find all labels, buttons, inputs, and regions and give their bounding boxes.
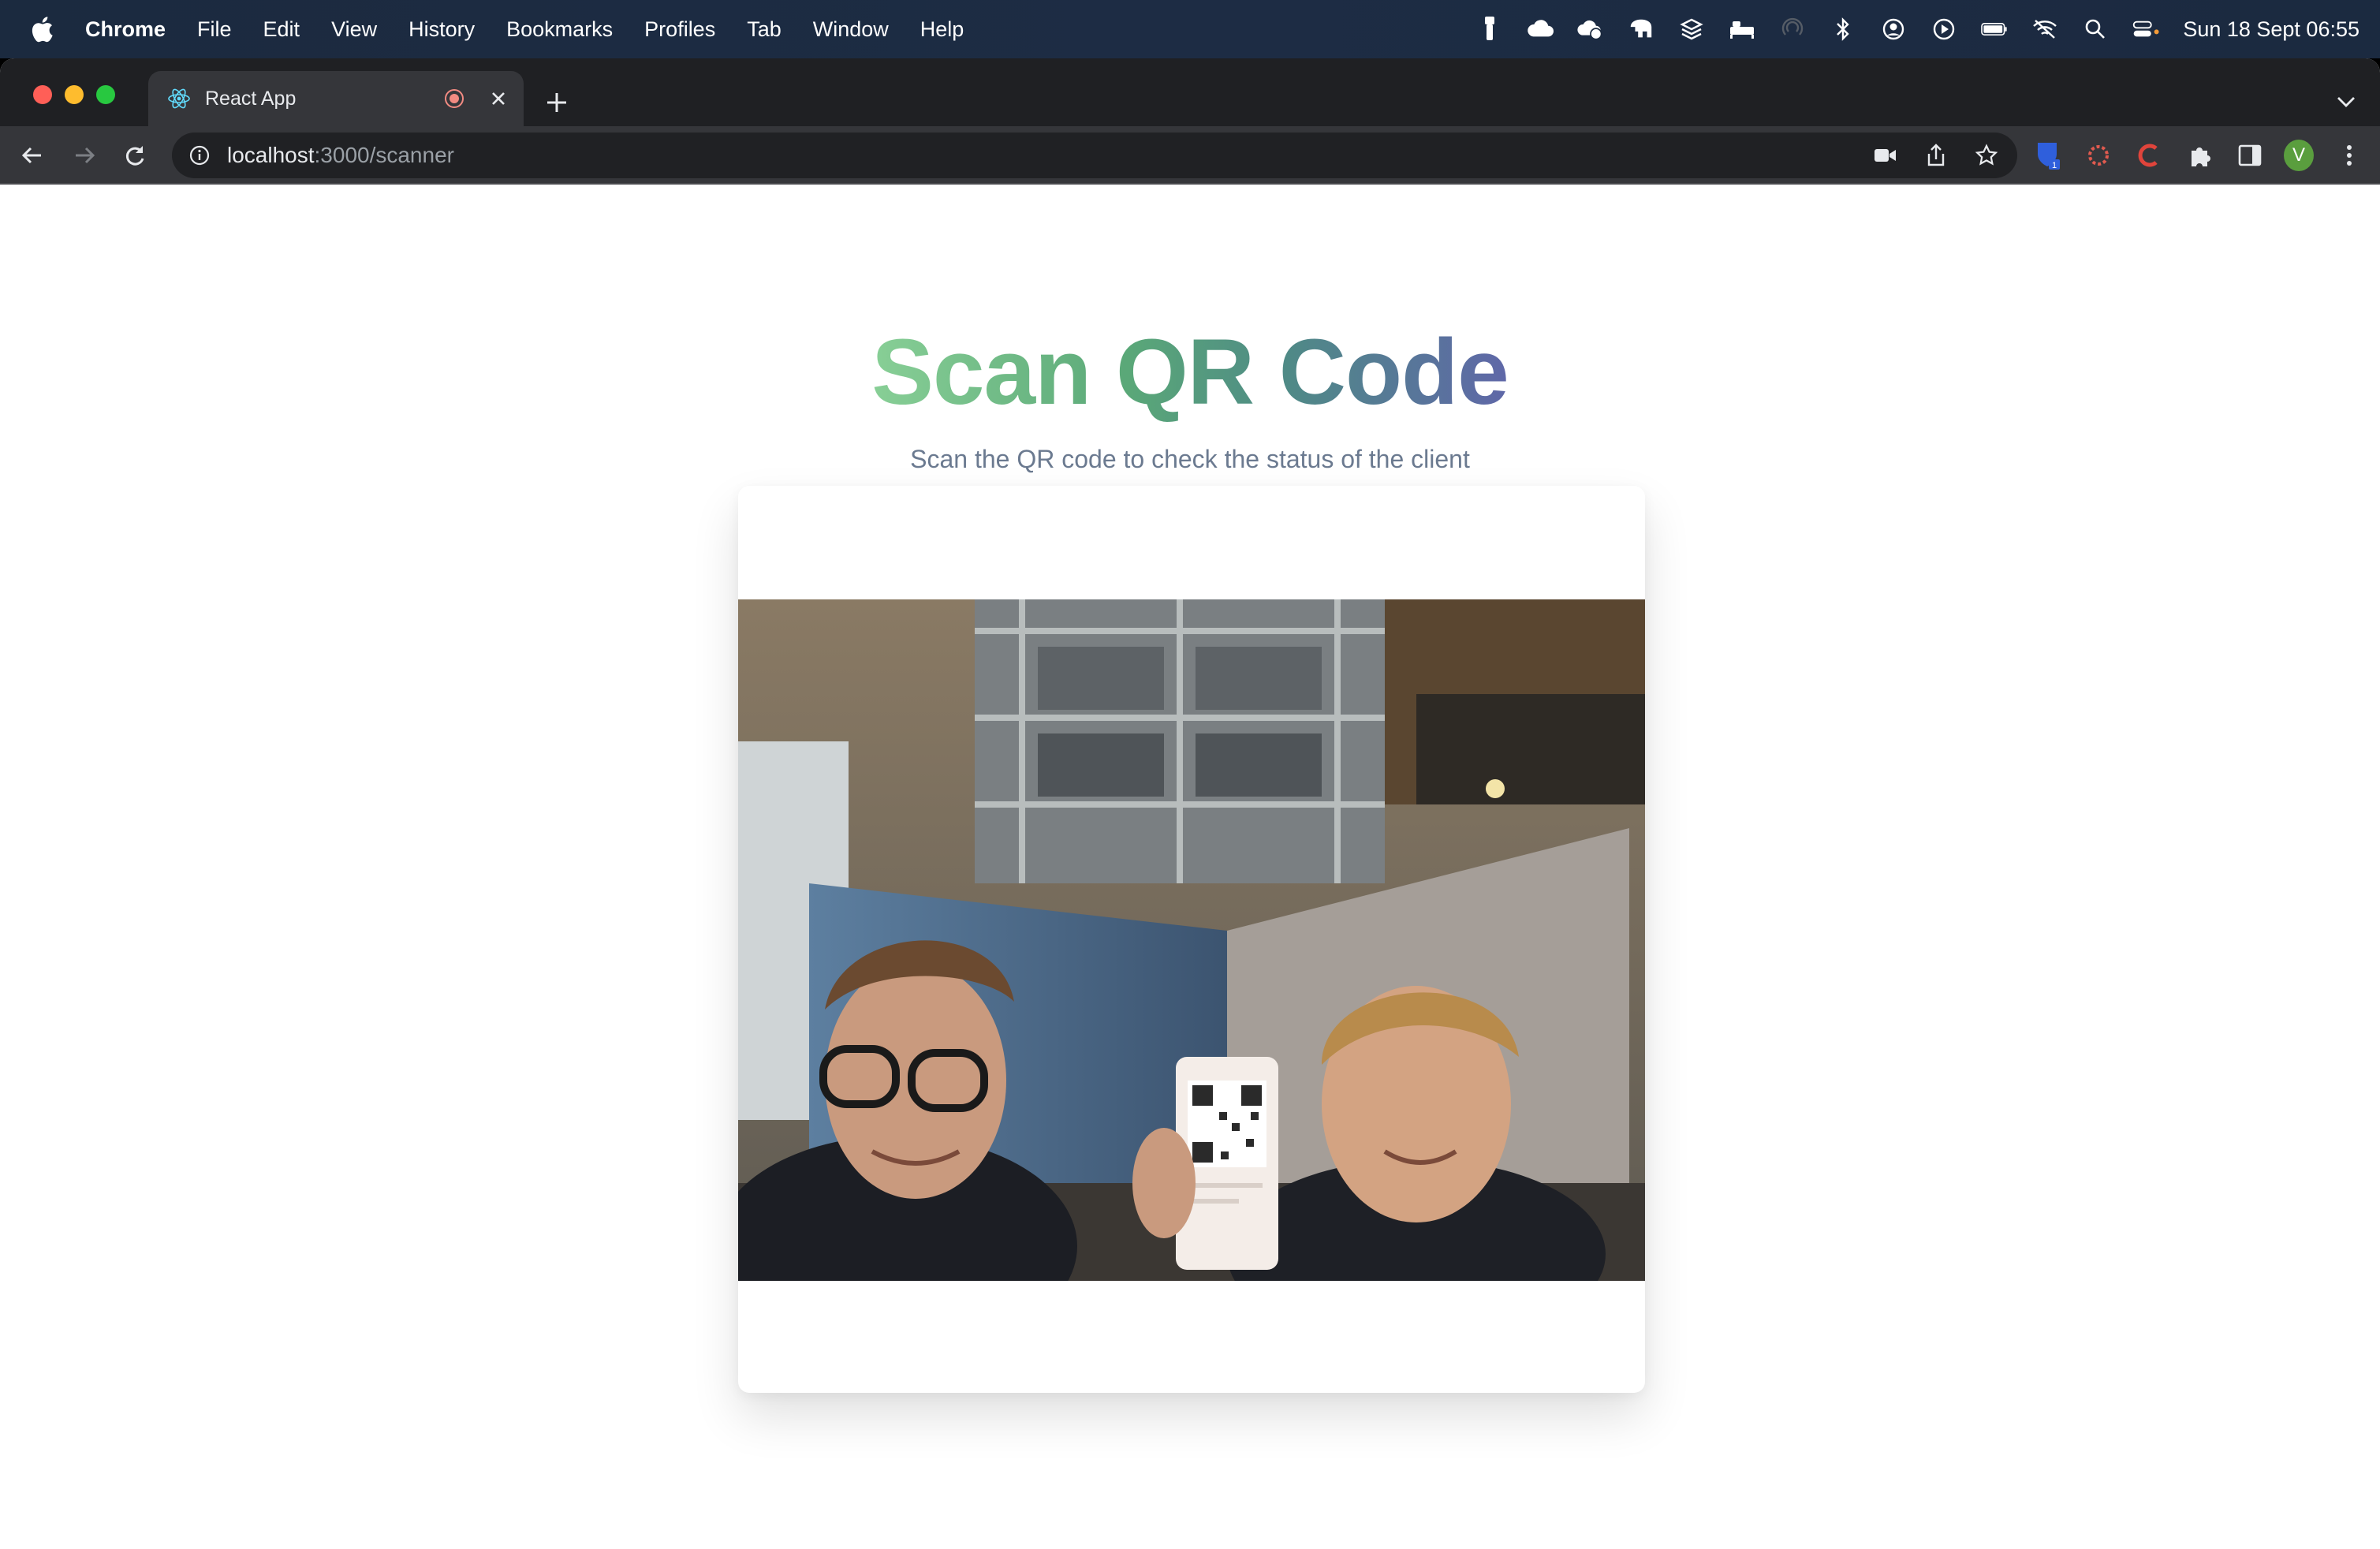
bookmark-star-icon[interactable]: [1972, 140, 2001, 170]
reload-icon[interactable]: [121, 142, 148, 169]
search-icon[interactable]: [2082, 16, 2109, 43]
user-circle-icon[interactable]: [1880, 16, 1907, 43]
page-title: Scan QR Code: [0, 319, 2380, 426]
page-title-text: Scan QR Code: [871, 320, 1509, 424]
menu-tab[interactable]: Tab: [747, 17, 782, 42]
url-path: :3000/scanner: [314, 143, 454, 167]
page-subtitle: Scan the QR code to check the status of …: [910, 445, 1470, 473]
menu-history[interactable]: History: [408, 17, 475, 42]
tab-title: React App: [205, 87, 297, 110]
menubar-status-area: Sun 18 Sept 06:55: [1453, 0, 2359, 58]
minimize-window-button[interactable]: [65, 85, 84, 104]
close-window-button[interactable]: [33, 85, 52, 104]
menu-window[interactable]: Window: [813, 17, 889, 42]
wifi-off-icon[interactable]: [2031, 16, 2058, 43]
airdrop-icon[interactable]: [1779, 16, 1806, 43]
page-content: Scan QR Code Scan the QR code to check t…: [0, 185, 2380, 1549]
back-icon[interactable]: [19, 142, 46, 169]
address-bar[interactable]: localhost:3000/scanner: [172, 133, 2017, 178]
scanner-card: [738, 486, 1645, 1393]
control-center-icon[interactable]: [2132, 16, 2159, 43]
omnibox-actions: [1850, 140, 2001, 170]
menu-edit[interactable]: Edit: [263, 17, 300, 42]
loading-extension-icon[interactable]: [2083, 140, 2113, 170]
avatar-letter: V: [2284, 140, 2314, 171]
side-panel-icon[interactable]: [2235, 140, 2265, 170]
forward-icon[interactable]: [71, 142, 98, 169]
bitwarden-extension-icon[interactable]: 1: [2033, 140, 2063, 170]
torch-icon[interactable]: [1476, 16, 1503, 43]
elephant-icon[interactable]: [1628, 16, 1654, 43]
react-favicon-icon: [168, 88, 190, 109]
fullscreen-window-button[interactable]: [96, 85, 115, 104]
chrome-window: React App localhost:3000/scanner 1 V Sc…: [0, 58, 2380, 1549]
chrome-menu-icon[interactable]: [2334, 140, 2364, 170]
browser-toolbar: localhost:3000/scanner 1 V: [0, 126, 2380, 185]
tab-strip: React App: [0, 58, 2380, 126]
url-host: localhost: [227, 143, 315, 167]
layers-icon[interactable]: [1678, 16, 1705, 43]
close-tab-icon[interactable]: [487, 88, 509, 110]
menu-bookmarks[interactable]: Bookmarks: [506, 17, 613, 42]
camera-frame-illustration: [738, 599, 1645, 1357]
cloud-sync-icon[interactable]: [1577, 16, 1604, 43]
extension-badge: 1: [2052, 161, 2057, 170]
recording-indicator-icon: [445, 89, 464, 108]
play-circle-icon[interactable]: [1930, 16, 1957, 43]
window-controls: [33, 85, 128, 104]
bed-icon[interactable]: [1729, 16, 1755, 43]
menubar-clock[interactable]: Sun 18 Sept 06:55: [2183, 17, 2359, 42]
battery-icon[interactable]: [1981, 16, 2008, 43]
apple-logo-icon[interactable]: [30, 16, 54, 43]
camera-video-feed[interactable]: [738, 599, 1645, 1357]
share-icon[interactable]: [1921, 140, 1951, 170]
menu-view[interactable]: View: [331, 17, 377, 42]
camera-in-use-icon[interactable]: [1871, 140, 1901, 170]
menu-app-chrome[interactable]: Chrome: [85, 17, 166, 42]
profile-avatar[interactable]: V: [2284, 140, 2314, 171]
cloud-icon[interactable]: [1527, 16, 1554, 43]
menu-help[interactable]: Help: [920, 17, 964, 42]
macos-menu-bar: Chrome File Edit View History Bookmarks …: [0, 0, 2380, 58]
new-tab-icon[interactable]: [544, 90, 569, 115]
bluetooth-icon[interactable]: [1830, 16, 1856, 43]
tab-search-chevron-icon[interactable]: [2336, 95, 2356, 109]
menu-file[interactable]: File: [197, 17, 232, 42]
site-info-icon[interactable]: [188, 144, 211, 167]
c-extension-icon[interactable]: [2134, 140, 2164, 170]
tab-react-app[interactable]: React App: [148, 71, 524, 126]
extensions-puzzle-icon[interactable]: [2184, 140, 2214, 170]
menu-profiles[interactable]: Profiles: [644, 17, 715, 42]
